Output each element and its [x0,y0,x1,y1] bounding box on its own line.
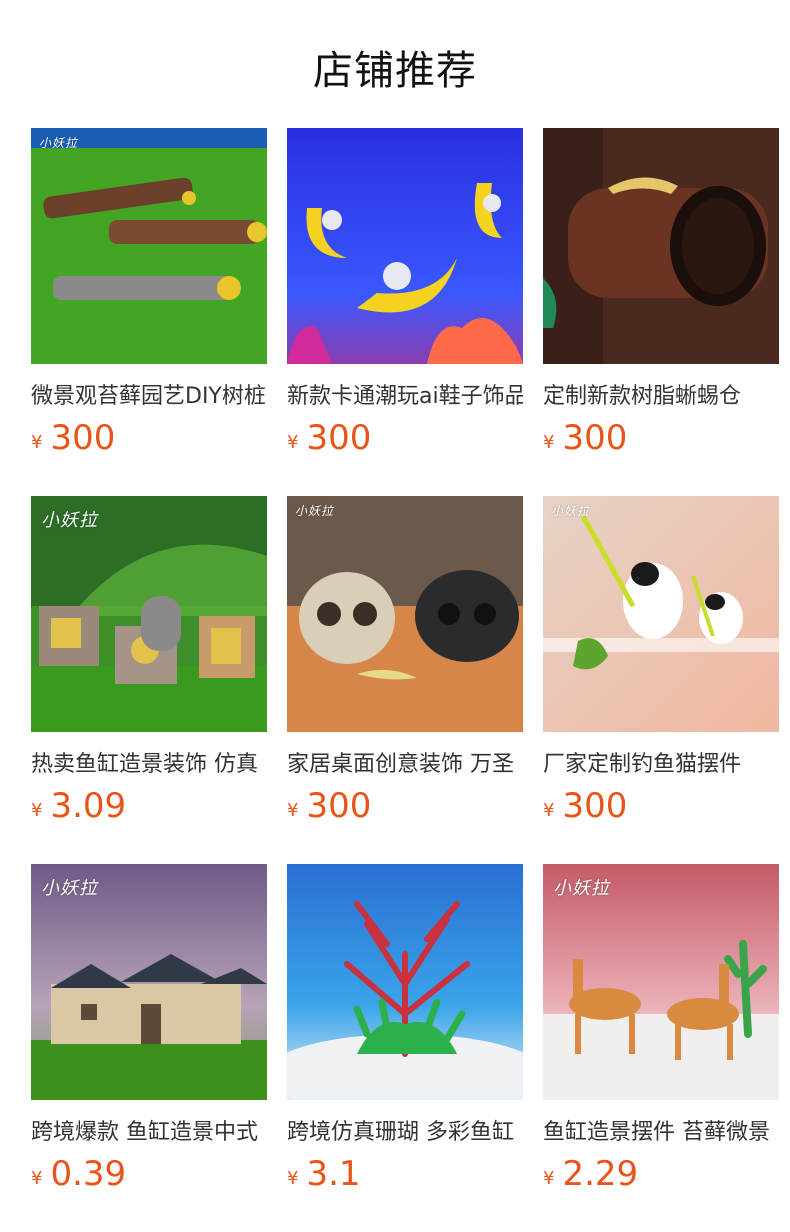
product-price: ¥0.39 [31,1154,126,1194]
product-image[interactable]: 小妖拉 [31,496,267,732]
price-value: 300 [562,418,628,458]
product-price: ¥300 [287,786,371,826]
product-name[interactable]: 家居桌面创意装饰 万圣 [287,746,523,778]
product-name[interactable]: 热卖鱼缸造景装饰 仿真 [31,746,267,778]
currency-symbol: ¥ [287,432,299,453]
currency-symbol: ¥ [31,800,43,821]
product-image[interactable]: 小妖拉 [287,496,523,732]
currency-symbol: ¥ [543,1168,555,1189]
product-name[interactable]: 跨境爆款 鱼缸造景中式 [31,1114,267,1146]
product-price: ¥300 [543,418,627,458]
price-value: 300 [50,418,116,458]
brand-watermark: 小妖拉 [39,136,79,150]
brand-watermark: 小妖拉 [41,878,98,899]
product-name[interactable]: 微景观苔藓园艺DIY树桩 [31,378,267,410]
price-value: 300 [562,786,628,826]
currency-symbol: ¥ [543,432,555,453]
currency-symbol: ¥ [543,800,555,821]
product-card[interactable]: 小妖拉 跨境爆款 鱼缸造景中式 ¥0.39 [31,864,267,1194]
price-value: 300 [306,418,372,458]
product-image[interactable]: 小妖拉 [31,864,267,1100]
brand-watermark: 小妖拉 [551,504,591,518]
product-name[interactable]: 新款卡通潮玩ai鞋子饰品 [287,378,523,410]
product-price: ¥300 [31,418,115,458]
product-card[interactable]: 小妖拉 厂家定制钓鱼猫摆件 ¥300 [543,496,779,826]
currency-symbol: ¥ [287,1168,299,1189]
price-value: 0.39 [50,1154,127,1194]
product-image[interactable]: 小妖拉 [543,496,779,732]
product-card[interactable]: 小妖拉 鱼缸造景摆件 苔藓微景 ¥2.29 [543,864,779,1194]
currency-symbol: ¥ [287,800,299,821]
product-card[interactable]: 小妖拉 家居桌面创意装饰 万圣 ¥300 [287,496,523,826]
product-card[interactable]: 定制新款树脂蜥蜴仓 ¥300 [543,128,779,458]
product-price: ¥3.1 [287,1154,361,1194]
product-image[interactable]: 小妖拉 [31,128,267,364]
currency-symbol: ¥ [31,432,43,453]
section-title: 店铺推荐 [313,48,477,94]
product-card[interactable]: 跨境仿真珊瑚 多彩鱼缸 ¥3.1 [287,864,523,1194]
product-price: ¥2.29 [543,1154,638,1194]
product-card[interactable]: 小妖拉 微景观苔藓园艺DIY树桩 ¥300 [31,128,267,458]
currency-symbol: ¥ [31,1168,43,1189]
product-card[interactable]: 小妖拉 热卖鱼缸造景装饰 仿真 ¥3.09 [31,496,267,826]
product-price: ¥3.09 [31,786,126,826]
product-name[interactable]: 厂家定制钓鱼猫摆件 [543,746,779,778]
product-image[interactable] [543,128,779,364]
price-value: 300 [306,786,372,826]
price-value: 3.1 [306,1154,361,1194]
product-image[interactable] [287,128,523,364]
product-name[interactable]: 鱼缸造景摆件 苔藓微景 [543,1114,779,1146]
brand-watermark: 小妖拉 [295,504,335,518]
product-price: ¥300 [543,786,627,826]
product-name[interactable]: 定制新款树脂蜥蜴仓 [543,378,779,410]
product-name[interactable]: 跨境仿真珊瑚 多彩鱼缸 [287,1114,523,1146]
product-card[interactable]: 新款卡通潮玩ai鞋子饰品 ¥300 [287,128,523,458]
product-image[interactable]: 小妖拉 [543,864,779,1100]
brand-watermark: 小妖拉 [553,878,610,899]
brand-watermark: 小妖拉 [41,510,98,531]
price-value: 2.29 [562,1154,639,1194]
price-value: 3.09 [50,786,127,826]
product-price: ¥300 [287,418,371,458]
product-image[interactable] [287,864,523,1100]
product-grid: 小妖拉 微景观苔藓园艺DIY树桩 ¥300 新款卡通潮玩ai鞋子饰品 ¥ 300… [31,128,779,1194]
